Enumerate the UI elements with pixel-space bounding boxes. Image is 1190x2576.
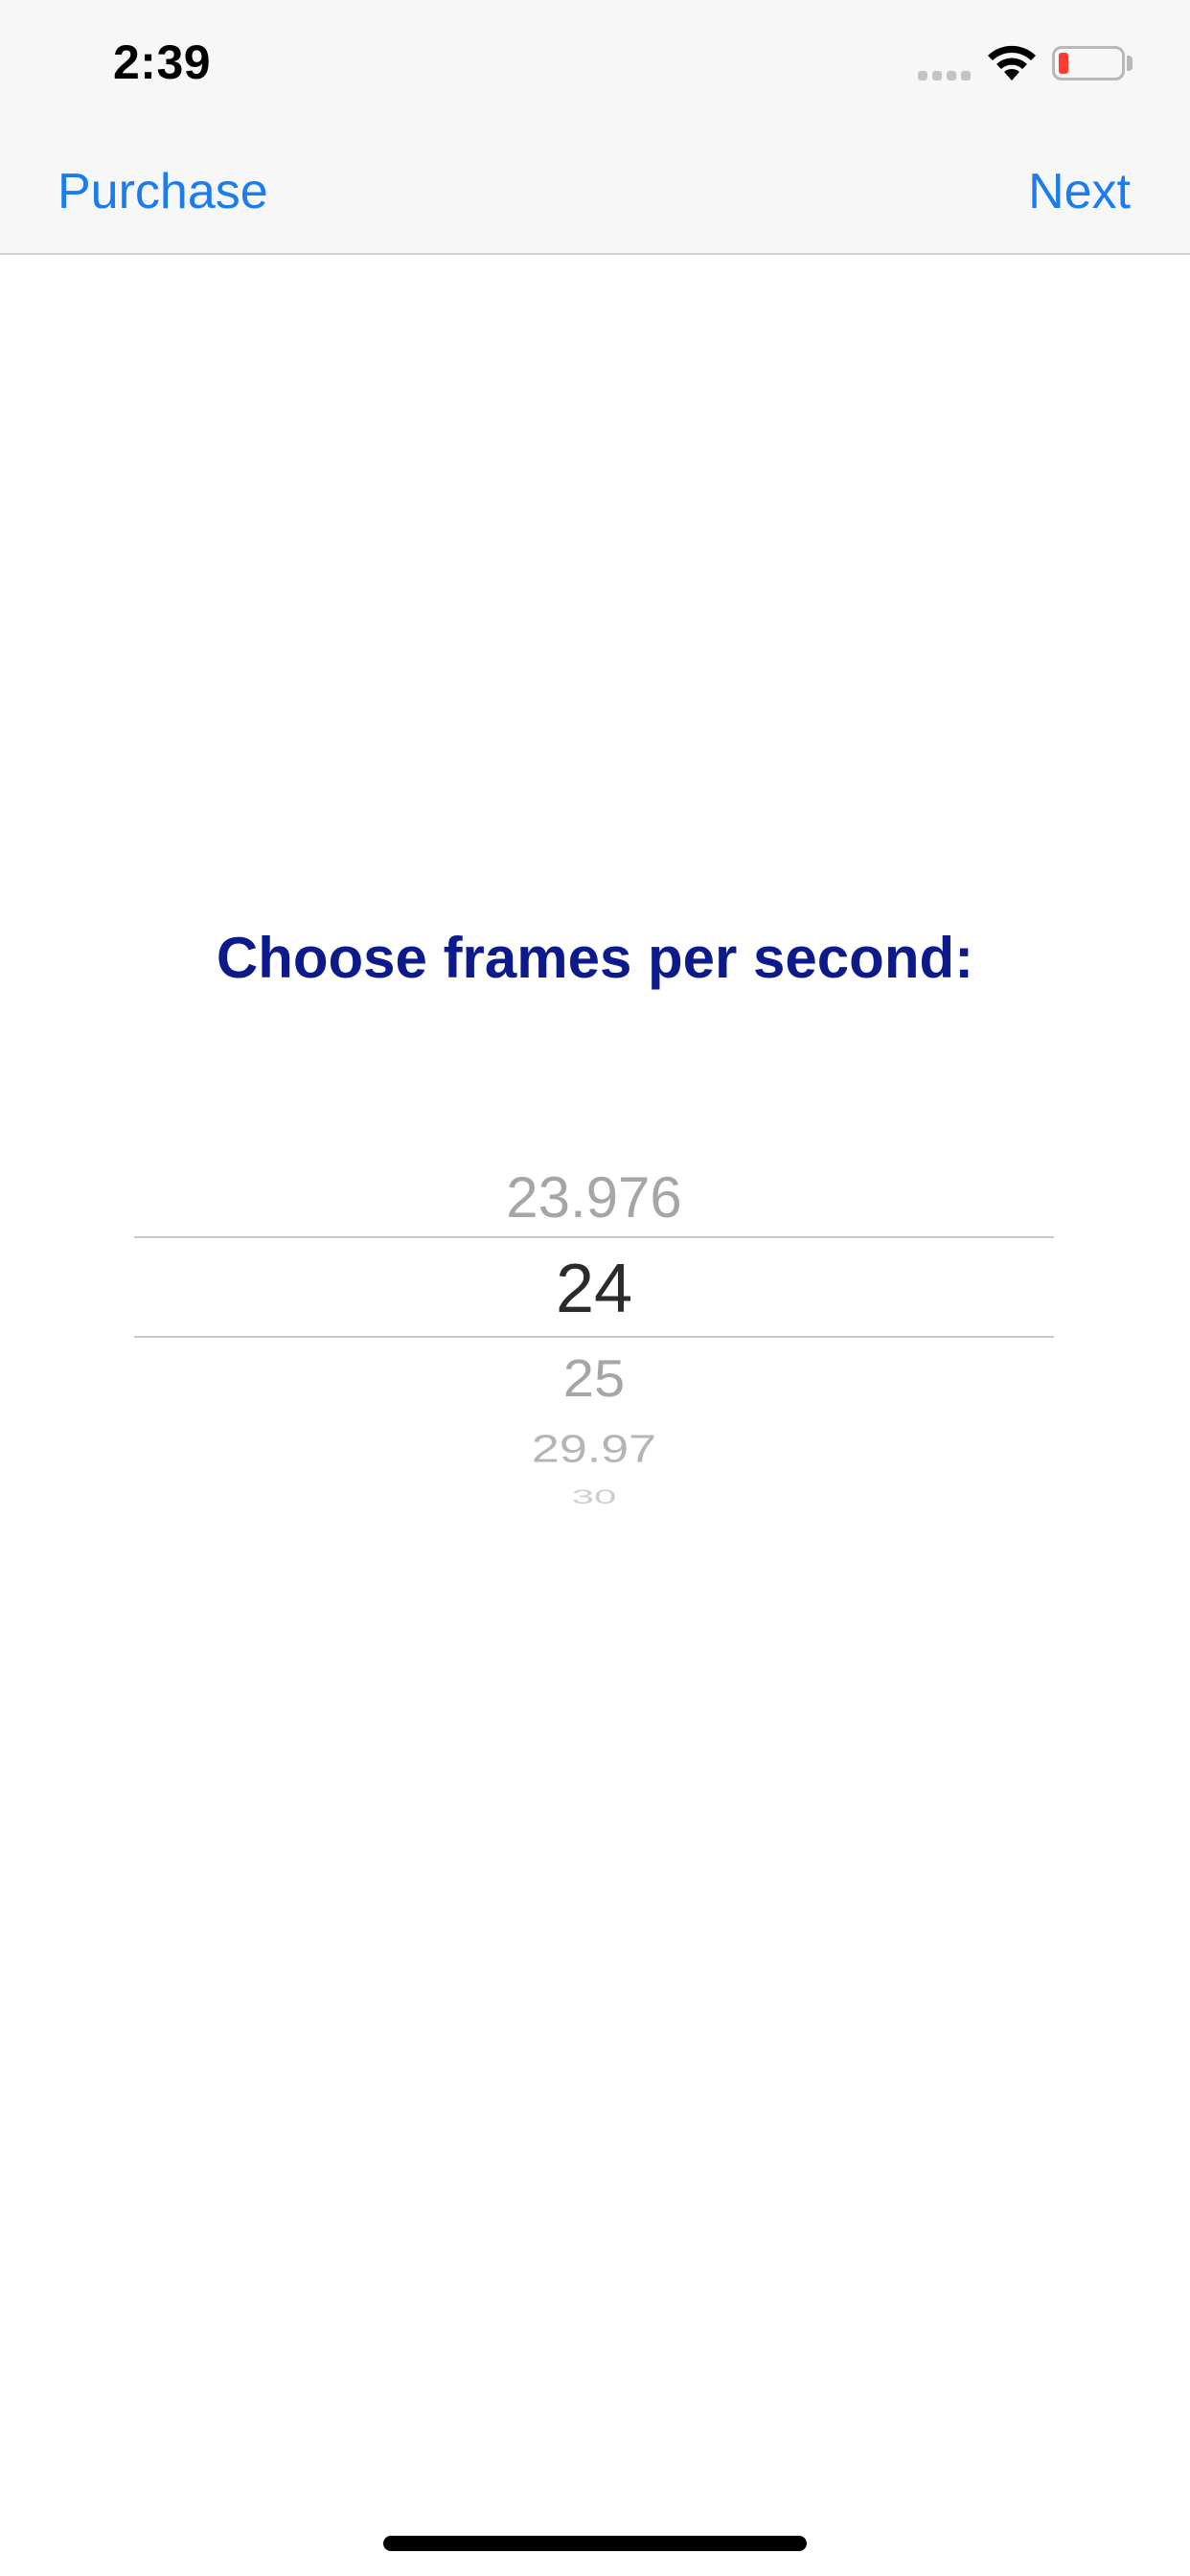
fps-picker[interactable]: 23.976 24 25 29.97 30: [134, 1140, 1054, 1543]
picker-option[interactable]: 30: [134, 1484, 1054, 1509]
picker-option[interactable]: 25: [134, 1346, 1054, 1413]
status-time: 2:39: [113, 35, 212, 89]
picker-option[interactable]: 29.97: [134, 1425, 1054, 1473]
top-bar: 2:39 Purchase Next: [0, 0, 1190, 255]
picker-selection-top-line: [134, 1236, 1054, 1238]
home-indicator[interactable]: [383, 2536, 807, 2551]
next-button[interactable]: Next: [1028, 157, 1131, 226]
battery-nub: [1127, 56, 1133, 71]
picker-option[interactable]: 23.976: [134, 1160, 1054, 1236]
screen: 2:39 Purchase Next Choose frames per sec…: [0, 0, 1190, 2576]
picker-option-selected[interactable]: 24: [134, 1246, 1054, 1332]
purchase-button[interactable]: Purchase: [57, 157, 268, 226]
battery-icon: [1052, 46, 1125, 80]
picker-selection-bottom-line: [134, 1336, 1054, 1338]
battery-level: [1059, 53, 1068, 74]
page-title: Choose frames per second:: [216, 926, 974, 990]
cellular-signal-icon: [918, 71, 972, 80]
wifi-icon: [988, 45, 1036, 80]
